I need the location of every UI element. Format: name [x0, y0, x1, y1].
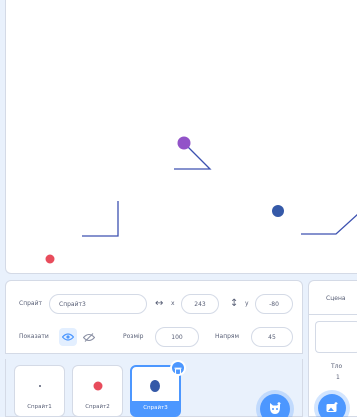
sprite-dot-red	[45, 254, 55, 264]
sprite-dot-purple	[177, 136, 191, 150]
sprite-list: Спрайт1 Спрайт2 Спрайт3	[5, 359, 303, 417]
sprite-thumb-2[interactable]: Спрайт2	[72, 365, 123, 417]
show-button[interactable]	[59, 328, 77, 346]
direction-label: Напрям	[215, 333, 240, 340]
trash-icon	[174, 367, 182, 376]
backdrops-count: 1	[336, 374, 340, 381]
sprite-name-label: Спрайт	[19, 300, 42, 307]
sprite-costume-1	[39, 385, 41, 387]
stage-title: Сцена	[326, 295, 346, 302]
x-value: 243	[194, 300, 206, 308]
size-label: Розмір	[123, 333, 144, 340]
y-input[interactable]: -80	[255, 294, 293, 314]
backdrops-label: Тло	[331, 363, 343, 370]
direction-input[interactable]: 45	[251, 327, 293, 347]
x-input[interactable]: 243	[181, 294, 219, 314]
stage-canvas[interactable]	[5, 0, 357, 274]
sprite-dot-blue	[272, 205, 284, 217]
choose-backdrop-icon	[326, 402, 338, 412]
scratch-editor: Спрайт Спрайт3 ↔ x 243 ↕ y -80 Показати	[0, 0, 357, 417]
sprite-thumb-3[interactable]: Спрайт3	[130, 360, 186, 417]
choose-sprite-icon	[270, 402, 281, 414]
direction-value: 45	[268, 333, 276, 341]
choose-backdrop-button[interactable]	[318, 394, 346, 417]
sprite-thumb-1[interactable]: Спрайт1	[14, 365, 65, 417]
y-value: -80	[269, 300, 279, 308]
eye-icon	[62, 333, 74, 341]
horizontal-arrows-icon: ↔	[155, 298, 164, 309]
choose-sprite-button[interactable]	[260, 394, 290, 417]
sprite-costume-2	[93, 381, 103, 391]
sprite-info: Спрайт Спрайт3 ↔ x 243 ↕ y -80 Показати	[5, 280, 303, 354]
show-label: Показати	[19, 333, 49, 340]
pen-line-left	[82, 201, 119, 237]
hide-button[interactable]	[80, 328, 98, 346]
pen-line-right	[301, 214, 357, 235]
stage-drawing	[45, 136, 357, 264]
backdrop-preview[interactable]	[315, 321, 357, 353]
sprite-name-2: Спрайт2	[85, 404, 110, 410]
vertical-arrows-icon: ↕	[230, 298, 239, 309]
stage-tab[interactable]: Сцена	[309, 281, 357, 315]
sprite-name-1: Спрайт1	[27, 404, 52, 410]
stage-panel: Сцена Тло 1	[308, 280, 357, 417]
x-label: x	[171, 300, 175, 307]
eye-hidden-icon	[83, 332, 95, 342]
size-value: 100	[171, 333, 183, 341]
sprite-name-3: Спрайт3	[143, 405, 168, 411]
size-input[interactable]: 100	[155, 327, 199, 347]
sprite-name-value: Спрайт3	[59, 300, 86, 308]
delete-sprite-button[interactable]	[170, 360, 186, 376]
sprite-panel: Спрайт Спрайт3 ↔ x 243 ↕ y -80 Показати	[5, 280, 303, 417]
sprite-costume-3	[150, 380, 160, 392]
sprite-name-input[interactable]: Спрайт3	[49, 294, 147, 314]
y-label: y	[245, 300, 249, 307]
